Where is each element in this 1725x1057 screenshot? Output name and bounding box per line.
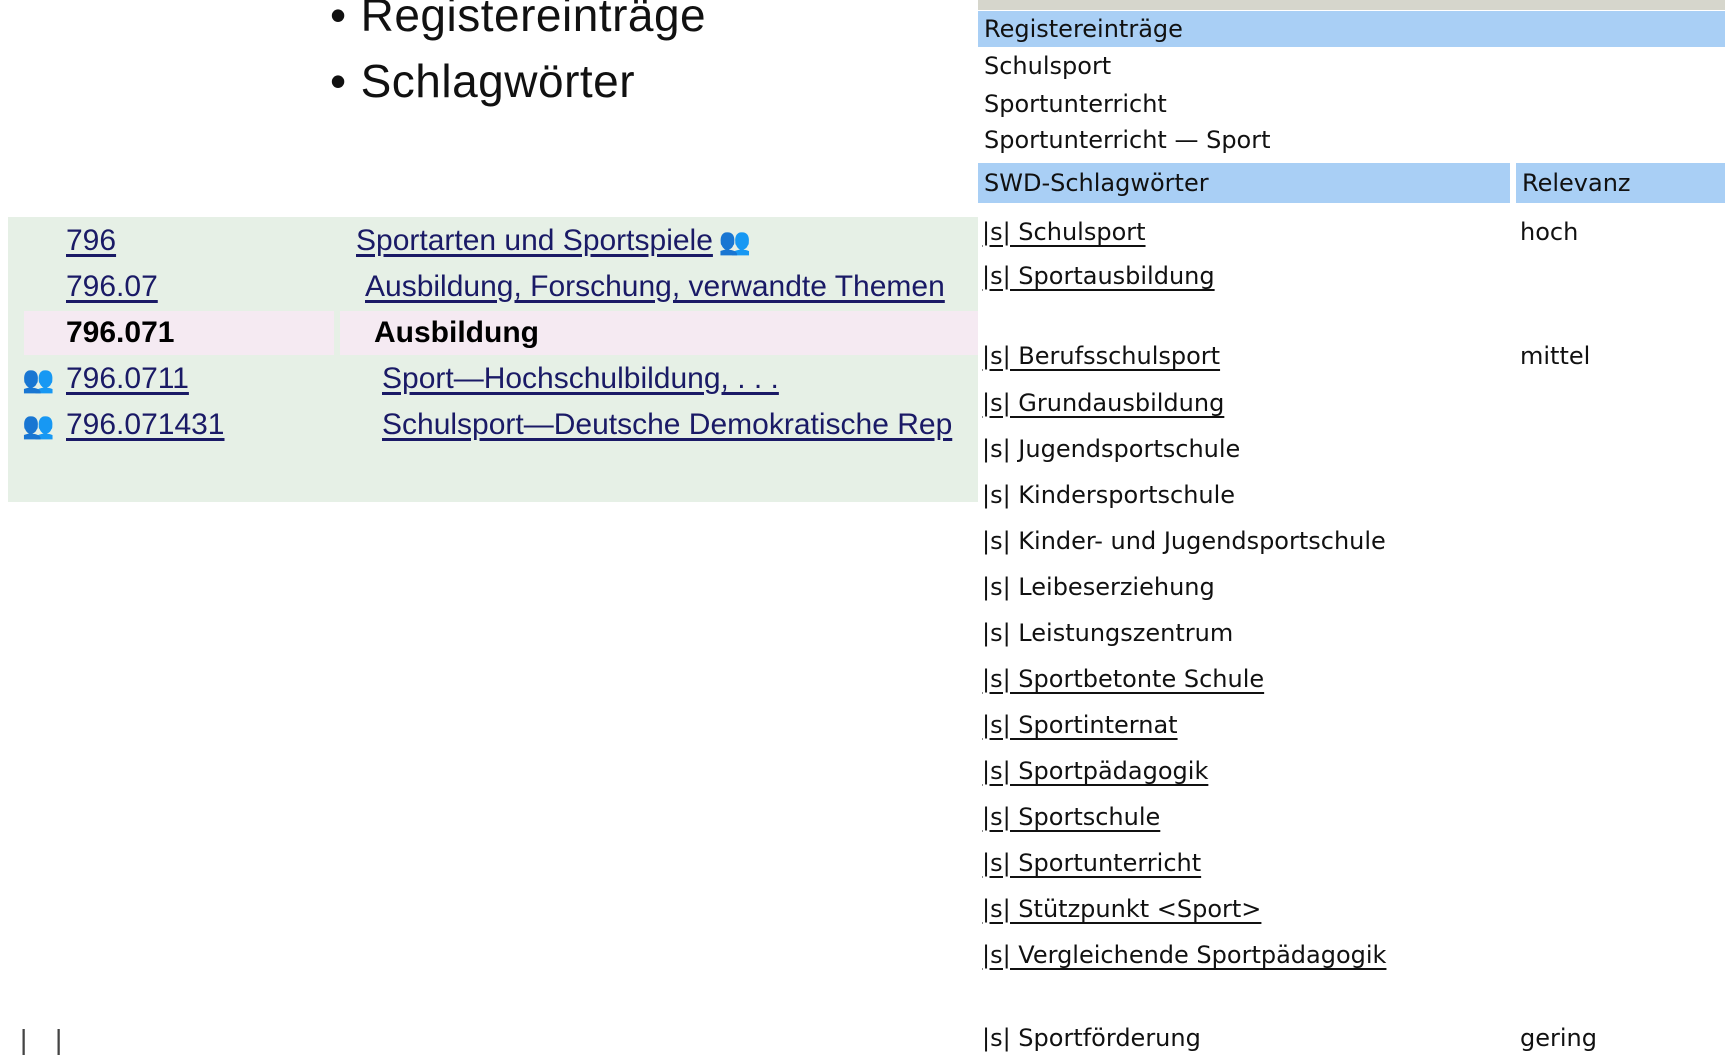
relevance-value: hoch — [1520, 218, 1579, 246]
keyword-link[interactable]: |s| Sportschule — [982, 798, 1160, 836]
class-number-link[interactable]: 796.071431 — [66, 403, 225, 447]
relevance-header: Relevanz — [1516, 163, 1725, 203]
topic-bullet-list: Registereinträge Schlagwörter — [330, 0, 706, 120]
users-icon[interactable]: 👥 — [22, 357, 62, 401]
class-row: 796 Sportarten und Sportspiele 👥 — [8, 219, 978, 263]
users-icon[interactable]: 👥 — [719, 219, 751, 263]
bullet-item: Registereinträge — [330, 0, 706, 42]
register-header: Registereinträge — [978, 11, 1725, 47]
register-entry: Sportunterricht — [984, 90, 1167, 118]
class-caption: Sport—Hochschulbildung, . . . — [382, 357, 779, 401]
class-number-link[interactable]: 796.0711 — [66, 357, 189, 401]
swd-header: SWD-Schlagwörter — [978, 163, 1510, 203]
class-caption: Sportarten und Sportspiele 👥 — [356, 219, 751, 263]
keyword-link[interactable]: |s| Stützpunkt <Sport> — [982, 890, 1261, 928]
keyword-link[interactable]: |s| Sportunterricht — [982, 844, 1201, 882]
class-row-current: 796.071 Ausbildung — [8, 311, 980, 355]
class-caption: Ausbildung, Forschung, verwandte Themen — [365, 265, 978, 309]
relevance-value: mittel — [1520, 342, 1591, 370]
relevance-value: gering — [1520, 1024, 1597, 1052]
register-entry: Schulsport — [984, 52, 1112, 80]
class-row: 👥 796.0711 Sport—Hochschulbildung, . . . — [8, 357, 978, 401]
keyword-link[interactable]: |s| Sportpädagogik — [982, 752, 1208, 790]
class-caption-link[interactable]: Sport—Hochschulbildung, . . . — [382, 362, 779, 395]
users-icon[interactable]: 👥 — [22, 403, 62, 447]
current-class-caption: Ausbildung — [374, 316, 539, 349]
keyword-link[interactable]: |s| Schulsport — [982, 213, 1146, 251]
class-caption-link[interactable]: Sportarten und Sportspiele — [356, 224, 713, 257]
current-class-number: 796.071 — [66, 316, 175, 349]
class-number-link[interactable]: 796 — [66, 219, 116, 263]
corner-marks: | | — [20, 1024, 73, 1055]
keyword-link[interactable]: |s| Berufsschulsport — [982, 337, 1220, 375]
keyword-link[interactable]: |s| Sportausbildung — [982, 257, 1215, 295]
keyword-link[interactable]: |s| Vergleichende Sportpädagogik — [982, 936, 1386, 974]
keyword-text: |s| Kindersportschule — [982, 481, 1236, 509]
keyword-text: |s| Kinder- und Jugendsportschule — [982, 527, 1386, 555]
keyword-link[interactable]: |s| Sportbetonte Schule — [982, 660, 1264, 698]
keyword-text: |s| Sportförderung — [982, 1024, 1201, 1052]
class-caption-link[interactable]: Ausbildung, Forschung, verwandte Themen — [365, 270, 945, 303]
keyword-text: |s| Leistungszentrum — [982, 619, 1234, 647]
keyword-link[interactable]: |s| Grundausbildung — [982, 384, 1224, 422]
panel-top-strip — [978, 0, 1725, 10]
class-row: 👥 796.071431 Schulsport—Deutsche Demokra… — [8, 403, 978, 447]
class-number-link[interactable]: 796.07 — [66, 265, 158, 309]
keyword-text: |s| Leibeserziehung — [982, 573, 1215, 601]
class-row: 796.07 Ausbildung, Forschung, verwandte … — [8, 265, 978, 309]
classification-hierarchy-panel: 796 Sportarten und Sportspiele 👥 796.07 A… — [8, 217, 980, 502]
register-panel: Registereinträge Schulsport Sportunterri… — [978, 0, 1725, 1052]
class-caption-link[interactable]: Schulsport—Deutsche Demokratische Rep — [382, 408, 952, 441]
register-entry: Sportunterricht — Sport — [984, 126, 1271, 154]
keyword-text: |s| Jugendsportschule — [982, 435, 1241, 463]
keyword-link[interactable]: |s| Sportinternat — [982, 706, 1178, 744]
class-caption: Schulsport—Deutsche Demokratische Rep — [382, 403, 978, 447]
bullet-item: Schlagwörter — [330, 54, 706, 108]
